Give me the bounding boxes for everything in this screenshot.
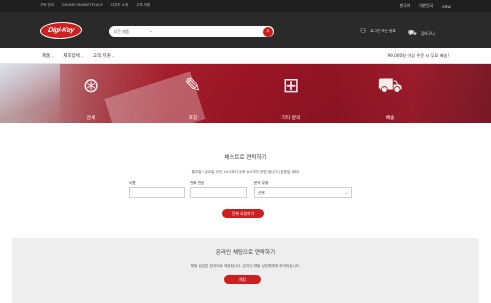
search-bar: 모든 제품 ⌄ ⌕ (109, 26, 274, 37)
section-title: 체스트로 연락하기 (224, 155, 267, 161)
chevron-down-icon: ⌄ (344, 190, 348, 195)
nav-label: 제조업체 (63, 54, 80, 59)
topic-label: 관세 (86, 116, 96, 121)
chat-contact-section: 온라인 채팅으로 연락하기 채팅 상담은 한국어로 제공됩니다. 온라인 채팅 … (12, 238, 479, 303)
search-icon: ⌕ (266, 28, 270, 34)
search-button[interactable]: ⌕ (263, 26, 273, 37)
topic-label: 포장 (188, 116, 198, 121)
field-label: 문의 유형 (254, 181, 269, 185)
top-link[interactable]: 구독 관리 (40, 3, 54, 8)
nav-item-manufacturers[interactable]: 제조업체⌄ (63, 53, 84, 59)
field-label: 이름 (129, 181, 136, 185)
inquiry-type-select[interactable]: 선택 ⌄ (254, 187, 352, 198)
phone-field: 전화 번호 (190, 181, 247, 198)
top-link[interactable]: 고객 지원 (136, 3, 150, 8)
chat-button[interactable]: 채팅 (224, 275, 261, 284)
top-left-links: 구독 관리 DIGIKEY MARKETPLACE 디지키 소개 고객 지원 (40, 3, 150, 8)
cart-icon: ⛟ (408, 29, 417, 37)
hero-topics: ⊛ 관세 ✎ 포장 ⊞ 기타 문의 ⛟ 배송 (0, 64, 491, 123)
nav-item-support[interactable]: 고객 지원⌄ (93, 53, 115, 59)
logo-text: Digi-Key (47, 27, 75, 34)
topic-package[interactable]: ✎ 포장 (168, 72, 218, 121)
cart-link[interactable]: ⛟ 장바구니 (408, 29, 435, 38)
nav-item-products[interactable]: 제품⌄ (42, 53, 54, 59)
nav-label: 제품 (42, 54, 51, 59)
chevron-down-icon[interactable]: ⌄ (149, 28, 152, 33)
name-field: 이름 (129, 181, 185, 198)
search-input[interactable] (157, 27, 257, 36)
topic-label: 기타 문의 (281, 116, 301, 121)
chevron-down-icon: ⌄ (80, 54, 84, 58)
search-category-select[interactable]: 모든 제품 (114, 29, 129, 35)
nav-label: 고객 지원 (92, 54, 111, 59)
box-question-icon: ⊞ (282, 73, 300, 97)
topic-other[interactable]: ⊞ 기타 문의 (266, 72, 316, 121)
delivery-truck-icon: ⛟ (377, 73, 403, 97)
topic-delivery[interactable]: ⛟ 배송 (365, 72, 415, 121)
top-utility-bar: 구독 관리 DIGIKEY MARKETPLACE 디지키 소개 고객 지원 한… (0, 0, 491, 12)
sub-navigation: 제품⌄ 제조업체⌄ 고객 지원⌄ 99,000원 이상 주문 시 무료 배송! (0, 48, 491, 64)
phone-input[interactable] (190, 187, 247, 198)
shipping-notice: 99,000원 이상 주문 시 무료 배송! (387, 53, 449, 58)
section-description: 채팅 상담은 한국어로 제공됩니다. 온라인 채팅 상담원에게 문의하십시오. (190, 264, 301, 268)
inquiry-type-field: 문의 유형 선택 ⌄ (254, 181, 352, 198)
field-value: 선택 (258, 191, 265, 195)
top-right-links: 한국어 대한민국 KRW (400, 3, 451, 9)
section-description: 월요일~금요일 오전 10시부터 오후 6시까지 운영 됩니다 (공휴일 제외) (191, 170, 300, 174)
topic-label: 배송 (385, 116, 395, 121)
account-link[interactable]: ⚇ 로그인 또는 등록 (360, 27, 396, 35)
field-label: 전화 번호 (190, 181, 205, 185)
topic-customs[interactable]: ⊛ 관세 (66, 72, 116, 121)
package-icon: ✎ (184, 73, 202, 97)
language-selector[interactable]: 한국어 (400, 3, 410, 9)
account-label: 로그인 또는 등록 (370, 28, 396, 33)
customs-icon: ⊛ (82, 73, 100, 97)
section-title: 온라인 채팅으로 연락하기 (215, 250, 276, 256)
hero-banner: ⊛ 관세 ✎ 포장 ⊞ 기타 문의 ⛟ 배송 (0, 64, 491, 123)
subnav-menu: 제품⌄ 제조업체⌄ 고객 지원⌄ (42, 53, 115, 59)
user-icon: ⚇ (360, 27, 367, 35)
phone-contact-section: 체스트로 연락하기 월요일~금요일 오전 10시부터 오후 6시까지 운영 됩니… (0, 123, 491, 238)
country-selector[interactable]: 대한민국 (419, 3, 433, 9)
currency-selector[interactable]: KRW (442, 4, 451, 9)
top-link[interactable]: DIGIKEY MARKETPLACE (62, 3, 103, 8)
cart-label: 장바구니 (420, 30, 435, 36)
request-call-button[interactable]: 전화 요청하기 (222, 209, 264, 218)
chevron-down-icon: ⌄ (51, 54, 55, 58)
top-link[interactable]: 디지키 소개 (111, 3, 128, 8)
chevron-down-icon: ⌄ (111, 54, 115, 58)
main-header: Digi-Key 모든 제품 ⌄ ⌕ ⚇ 로그인 또는 등록 ⛟ 장바구니 (0, 12, 491, 48)
digikey-logo[interactable]: Digi-Key (38, 22, 84, 39)
name-input[interactable] (129, 187, 185, 198)
